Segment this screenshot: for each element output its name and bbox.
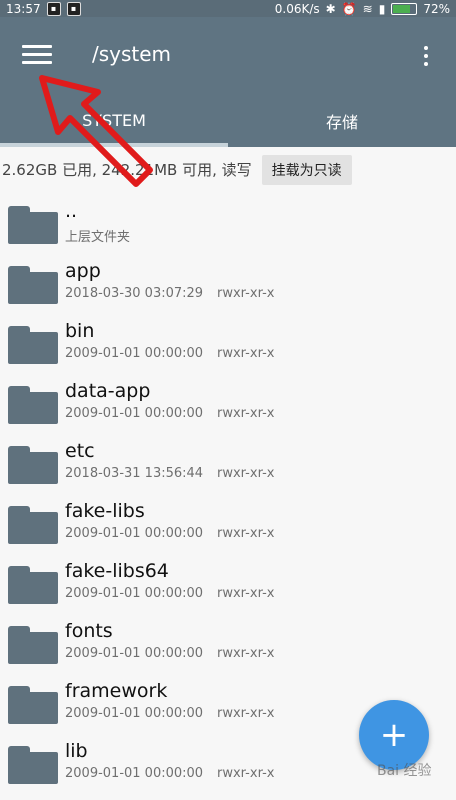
- bluetooth-icon: ✱: [325, 1, 336, 16]
- file-permissions: rwxr-xr-x: [217, 286, 275, 301]
- file-date: 2009-01-01 00:00:00: [65, 526, 204, 541]
- folder-icon: [8, 686, 58, 724]
- folder-icon: [8, 386, 58, 424]
- file-permissions: rwxr-xr-x: [217, 466, 275, 481]
- more-options-icon[interactable]: [418, 41, 434, 71]
- battery-percent: 72%: [423, 1, 450, 16]
- status-bar: 13:57 ▪ ▪ 0.06K/s ✱ ⏰ ≋ ▮ 72%: [0, 0, 456, 17]
- file-name: bin: [65, 320, 95, 342]
- storage-info: 2.62GB 已用, 242.21MB 可用, 读写 挂载为只读: [0, 147, 456, 192]
- file-date: 2009-01-01 00:00:00: [65, 346, 204, 361]
- folder-icon: [8, 746, 58, 784]
- file-permissions: rwxr-xr-x: [217, 346, 275, 361]
- file-name: framework: [65, 680, 168, 702]
- tab-system[interactable]: SYSTEM: [0, 94, 228, 147]
- battery-icon: [391, 2, 418, 15]
- folder-icon: [8, 446, 58, 484]
- signal-icon: ▮: [378, 1, 386, 16]
- storage-text: 2.62GB 已用, 242.21MB 可用, 读写: [2, 161, 252, 179]
- list-item[interactable]: fake-libs 2009-01-01 00:00:00 rwxr-xr-x: [0, 492, 456, 552]
- file-name: etc: [65, 440, 95, 462]
- notification-icon-2: ▪: [66, 1, 81, 16]
- file-name: ..: [65, 200, 78, 222]
- list-item[interactable]: fonts 2009-01-01 00:00:00 rwxr-xr-x: [0, 612, 456, 672]
- tab-bar: SYSTEM 存储: [0, 94, 456, 147]
- watermark: Bai 经验: [377, 763, 432, 779]
- file-name: lib: [65, 740, 88, 762]
- file-date: 2018-03-31 13:56:44: [65, 466, 204, 481]
- folder-icon: [8, 566, 58, 604]
- network-speed: 0.06K/s: [274, 1, 320, 16]
- file-permissions: rwxr-xr-x: [217, 586, 275, 601]
- file-permissions: rwxr-xr-x: [217, 766, 275, 781]
- file-name: app: [65, 260, 101, 282]
- status-time: 13:57: [6, 1, 41, 16]
- file-permissions: rwxr-xr-x: [217, 706, 275, 721]
- folder-icon: [8, 206, 58, 244]
- file-date: 上层文件夹: [65, 230, 131, 245]
- file-name: fake-libs: [65, 500, 145, 522]
- list-item[interactable]: data-app 2009-01-01 00:00:00 rwxr-xr-x: [0, 372, 456, 432]
- file-date: 2009-01-01 00:00:00: [65, 766, 204, 781]
- menu-icon[interactable]: [22, 39, 52, 69]
- folder-icon: [8, 326, 58, 364]
- notification-icon: ▪: [46, 1, 61, 16]
- file-date: 2009-01-01 00:00:00: [65, 646, 204, 661]
- list-item[interactable]: etc 2018-03-31 13:56:44 rwxr-xr-x: [0, 432, 456, 492]
- file-date: 2009-01-01 00:00:00: [65, 586, 204, 601]
- folder-icon: [8, 506, 58, 544]
- file-name: fonts: [65, 620, 113, 642]
- plus-icon: +: [379, 715, 409, 755]
- app-bar: /system: [0, 17, 456, 94]
- file-date: 2009-01-01 00:00:00: [65, 706, 204, 721]
- page-title: /system: [92, 42, 172, 66]
- file-permissions: rwxr-xr-x: [217, 526, 275, 541]
- wifi-icon: ≋: [362, 1, 373, 16]
- list-item[interactable]: app 2018-03-30 03:07:29 rwxr-xr-x: [0, 252, 456, 312]
- file-date: 2018-03-30 03:07:29: [65, 286, 204, 301]
- folder-icon: [8, 266, 58, 304]
- file-permissions: rwxr-xr-x: [217, 406, 275, 421]
- file-permissions: rwxr-xr-x: [217, 646, 275, 661]
- list-item[interactable]: fake-libs64 2009-01-01 00:00:00 rwxr-xr-…: [0, 552, 456, 612]
- tab-storage[interactable]: 存储: [228, 94, 456, 147]
- list-item-parent[interactable]: .. 上层文件夹: [0, 192, 456, 252]
- alarm-icon: ⏰: [341, 1, 357, 16]
- folder-icon: [8, 626, 58, 664]
- mount-readonly-button[interactable]: 挂载为只读: [261, 154, 352, 185]
- file-date: 2009-01-01 00:00:00: [65, 406, 204, 421]
- list-item[interactable]: bin 2009-01-01 00:00:00 rwxr-xr-x: [0, 312, 456, 372]
- file-name: fake-libs64: [65, 560, 169, 582]
- file-name: data-app: [65, 380, 151, 402]
